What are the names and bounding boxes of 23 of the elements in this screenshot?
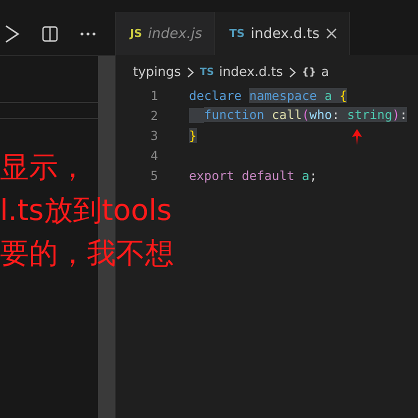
line-number: 5 (149, 168, 158, 182)
annotation-text: 显示， (0, 149, 87, 186)
code-line: declare namespace a { (189, 88, 348, 102)
code-line: export default a; (189, 168, 317, 182)
more-icon[interactable] (80, 30, 96, 36)
line-number: 4 (149, 148, 158, 162)
annotation-text: l.ts放到tools (0, 192, 172, 229)
breadcrumb-item[interactable]: TS index.d.ts (200, 64, 283, 80)
breadcrumb-item[interactable]: typings (133, 64, 181, 80)
line-number: 3 (149, 128, 158, 142)
breadcrumb-item[interactable]: {} a (302, 64, 330, 80)
chevron-icon (186, 66, 194, 78)
run-icon[interactable] (4, 24, 20, 44)
annotation-text: 要的，我不想 (0, 235, 174, 272)
code-line: function call(who: string): (189, 106, 408, 124)
editor-tab[interactable]: JS index.js (116, 12, 216, 55)
line-number: 2 (149, 108, 158, 122)
arrow-icon (352, 129, 362, 145)
line-number: 1 (149, 88, 158, 102)
editor-tab[interactable]: TS index.d.ts (215, 12, 350, 55)
chevron-icon (288, 66, 296, 78)
close-icon[interactable] (326, 28, 337, 39)
split-editor-icon[interactable] (42, 26, 58, 42)
